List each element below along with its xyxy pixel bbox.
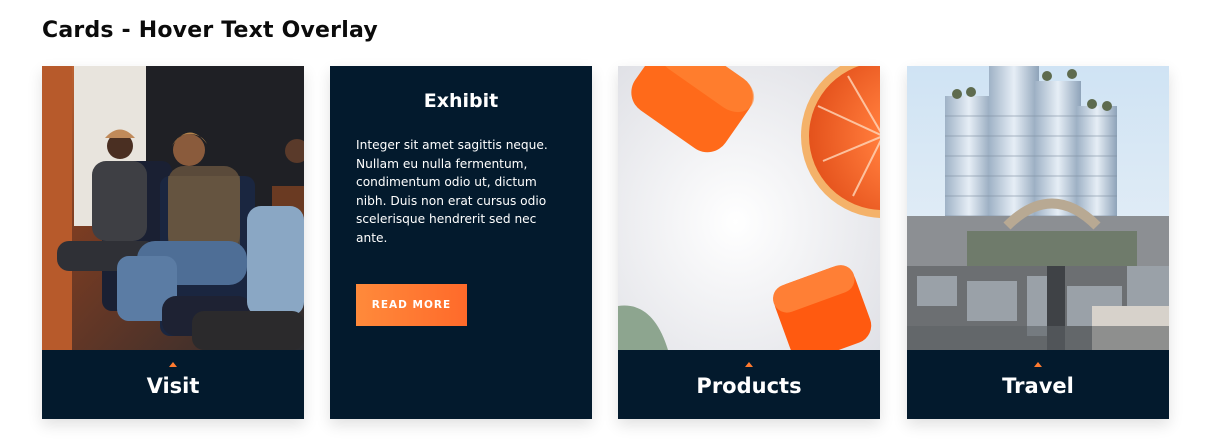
- card-title: Products: [696, 374, 802, 398]
- read-more-button[interactable]: READ MORE: [356, 284, 467, 326]
- caret-up-icon: [745, 362, 753, 367]
- card-title: Visit: [146, 374, 200, 398]
- card-title: Travel: [1002, 374, 1074, 398]
- card-exhibit[interactable]: Exhibit Integer sit amet sagittis neque.…: [330, 66, 592, 419]
- card-footer: Travel: [907, 350, 1169, 419]
- orange-products-image: [618, 66, 880, 361]
- card-body-text: Integer sit amet sagittis neque. Nullam …: [356, 138, 548, 245]
- cards-grid: Visit Exhibit Integer sit amet sagittis …: [42, 66, 1170, 419]
- card-footer: Products: [618, 350, 880, 419]
- panel-discussion-image: [42, 66, 304, 350]
- card-travel[interactable]: Travel: [907, 66, 1169, 419]
- card-footer: Visit: [42, 350, 304, 419]
- card-title: Exhibit: [423, 90, 499, 112]
- card-products[interactable]: Products: [618, 66, 880, 419]
- page-title: Cards - Hover Text Overlay: [42, 18, 378, 43]
- caret-up-icon: [1034, 362, 1042, 367]
- city-buildings-image: [907, 66, 1169, 350]
- caret-up-icon: [169, 362, 177, 367]
- card-visit[interactable]: Visit: [42, 66, 304, 419]
